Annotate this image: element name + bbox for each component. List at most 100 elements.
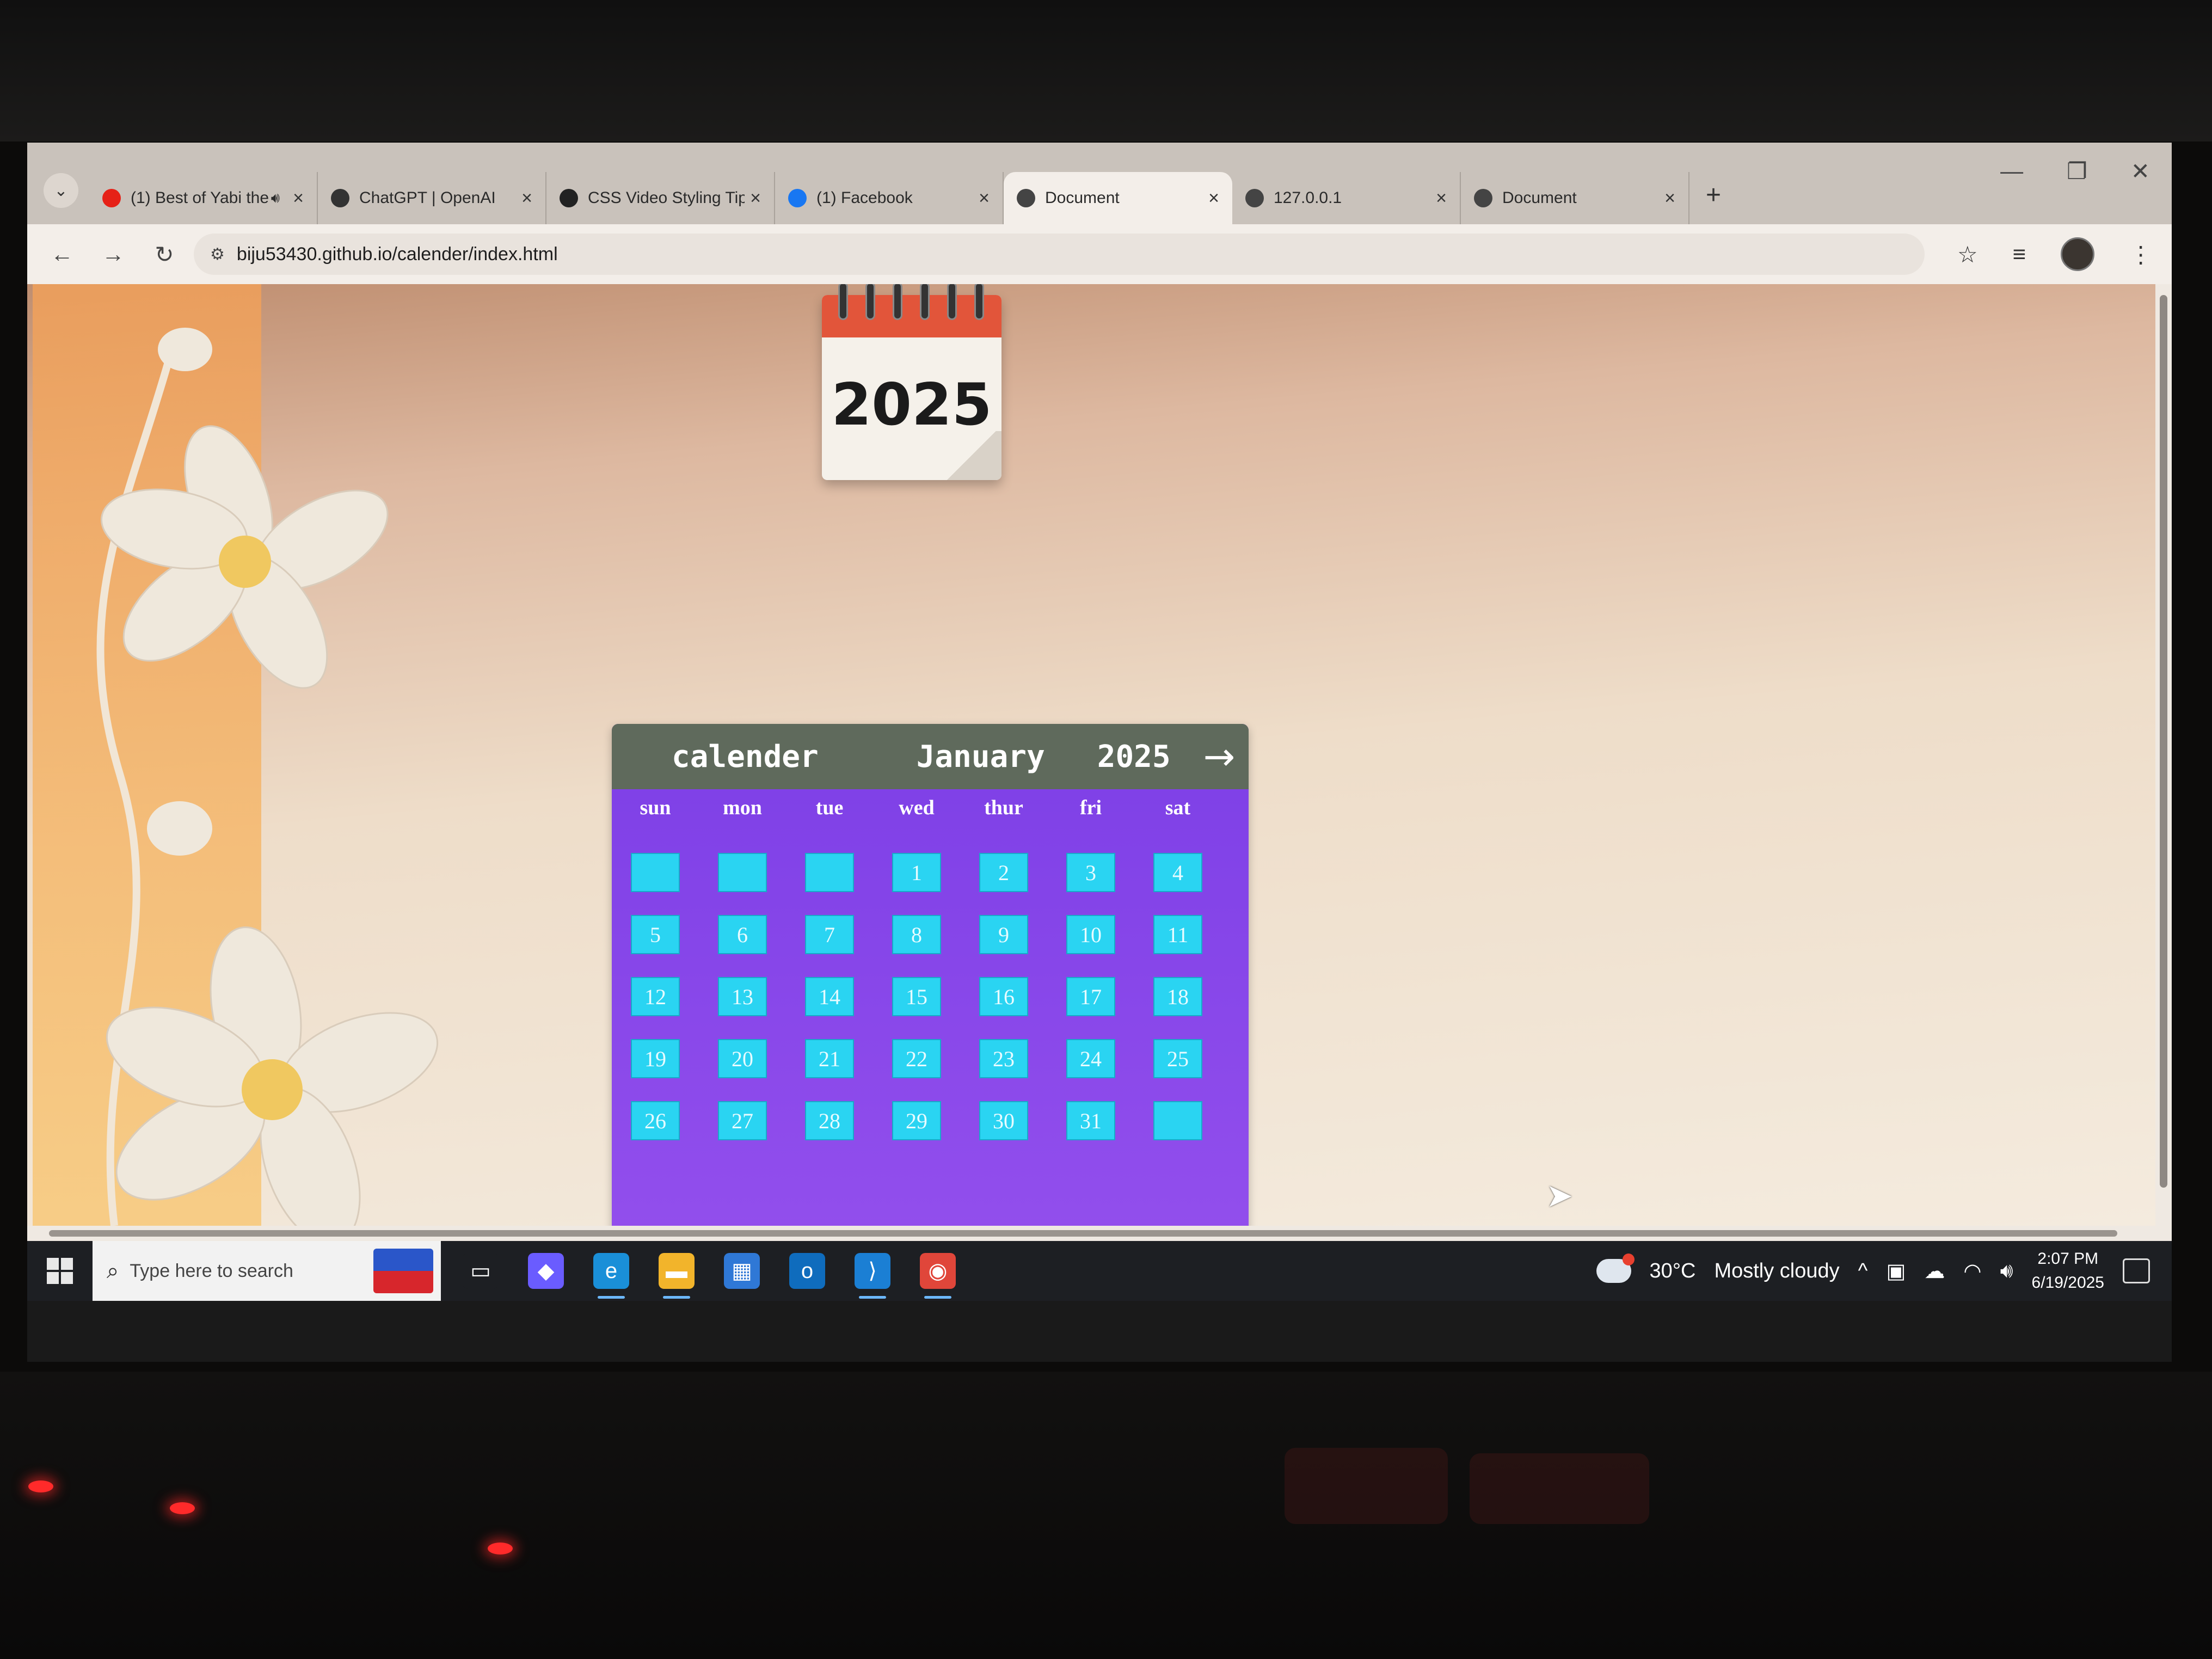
empty-day-box[interactable] [631, 853, 680, 892]
day-box[interactable]: 16 [979, 977, 1028, 1016]
address-bar[interactable]: ⚙ biju53430.github.io/calender/index.htm… [194, 234, 1925, 275]
day-cell: 4 [1134, 841, 1221, 904]
site-info-icon[interactable]: ⚙ [210, 245, 225, 264]
day-cell: 27 [699, 1090, 786, 1152]
day-box[interactable]: 21 [805, 1039, 854, 1078]
day-cell [699, 841, 786, 904]
tab-close-icon[interactable]: × [293, 188, 304, 209]
facebook-icon [788, 189, 807, 207]
browser-tab[interactable]: (1) Facebook × [775, 172, 1004, 224]
back-button[interactable]: ← [46, 241, 78, 267]
globe-icon [1474, 189, 1492, 207]
outlook-icon[interactable]: o [789, 1253, 825, 1289]
forward-button[interactable]: → [97, 241, 130, 267]
chevron-up-icon[interactable]: ^ [1858, 1259, 1868, 1283]
vscode-icon[interactable]: ⟩ [855, 1253, 890, 1299]
tab-search-button[interactable]: ⌄ [44, 173, 78, 208]
tab-close-icon[interactable]: × [979, 188, 990, 209]
file-explorer-icon[interactable]: ▬ [659, 1253, 695, 1299]
onedrive-cloud-icon[interactable]: ☁ [1924, 1259, 1945, 1283]
tab-title: (1) Best of Yabi the [131, 189, 269, 207]
copilot-icon[interactable]: ◆ [528, 1253, 564, 1289]
weather-cloud-icon[interactable] [1596, 1254, 1635, 1283]
notification-icon[interactable] [2123, 1258, 2150, 1283]
empty-day-box[interactable] [1153, 1101, 1202, 1140]
browser-toolbar: ← → ↻ ⚙ biju53430.github.io/calender/ind… [27, 224, 2172, 285]
weather-condition[interactable]: Mostly cloudy [1714, 1259, 1839, 1283]
day-box[interactable]: 18 [1153, 977, 1202, 1016]
day-box[interactable]: 22 [892, 1039, 941, 1078]
day-box[interactable]: 26 [631, 1101, 680, 1140]
next-month-arrow-icon[interactable]: → [1203, 734, 1236, 779]
browser-tab[interactable]: Document × [1461, 172, 1689, 224]
globe-icon [1245, 189, 1264, 207]
empty-day-box[interactable] [805, 853, 854, 892]
browser-tab[interactable]: CSS Video Styling Tips × [546, 172, 775, 224]
store-icon[interactable]: ▦ [724, 1253, 760, 1289]
media-controls-icon[interactable]: ≡ [2013, 241, 2026, 267]
start-button[interactable] [27, 1258, 93, 1284]
day-box[interactable]: 31 [1066, 1101, 1115, 1140]
profile-avatar[interactable] [2061, 237, 2095, 271]
day-box[interactable]: 19 [631, 1039, 680, 1078]
horizontal-scrollbar[interactable] [27, 1226, 2172, 1241]
day-box[interactable]: 20 [718, 1039, 767, 1078]
day-box[interactable]: 5 [631, 915, 680, 954]
taskbar-search-box[interactable]: ⌕ Type here to search [93, 1241, 441, 1301]
volume-icon[interactable]: 🔊︎ [2000, 1259, 2013, 1283]
day-box[interactable]: 27 [718, 1101, 767, 1140]
day-box[interactable]: 1 [892, 853, 941, 892]
day-cell: 17 [1047, 966, 1134, 1028]
reload-button[interactable]: ↻ [148, 241, 181, 268]
day-box[interactable]: 4 [1153, 853, 1202, 892]
browser-tab[interactable]: Document × [1004, 172, 1232, 224]
menu-icon[interactable]: ⋮ [2129, 241, 2152, 268]
day-box[interactable]: 2 [979, 853, 1028, 892]
day-box[interactable]: 9 [979, 915, 1028, 954]
bookmark-star-icon[interactable]: ☆ [1957, 241, 1978, 268]
day-box[interactable]: 7 [805, 915, 854, 954]
chrome-icon[interactable]: ◉ [920, 1253, 956, 1299]
clock[interactable]: 2:07 PM 6/19/2025 [2032, 1247, 2104, 1295]
day-box[interactable]: 8 [892, 915, 941, 954]
restore-button[interactable]: ❐ [2067, 158, 2087, 185]
day-box[interactable]: 12 [631, 977, 680, 1016]
tab-close-icon[interactable]: × [1208, 188, 1219, 209]
browser-tab[interactable]: (1) Best of Yabi the 🔊︎ × [89, 172, 318, 224]
weekday-label: fri [1079, 796, 1102, 819]
day-box[interactable]: 14 [805, 977, 854, 1016]
day-box[interactable]: 3 [1066, 853, 1115, 892]
day-box[interactable]: 25 [1153, 1039, 1202, 1078]
tab-close-icon[interactable]: × [1436, 188, 1447, 209]
task-view-icon[interactable]: ▭ [463, 1253, 499, 1289]
audio-playing-icon[interactable]: 🔊︎ [271, 189, 280, 207]
day-box[interactable]: 30 [979, 1101, 1028, 1140]
day-box[interactable]: 17 [1066, 977, 1115, 1016]
meet-now-icon[interactable]: ▣ [1887, 1259, 1906, 1283]
day-box[interactable]: 29 [892, 1101, 941, 1140]
empty-day-box[interactable] [718, 853, 767, 892]
day-box[interactable]: 6 [718, 915, 767, 954]
day-box[interactable]: 24 [1066, 1039, 1115, 1078]
day-box[interactable]: 23 [979, 1039, 1028, 1078]
calendar-month: January [916, 739, 1045, 775]
day-box[interactable]: 11 [1153, 915, 1202, 954]
day-box[interactable]: 28 [805, 1101, 854, 1140]
day-box[interactable]: 15 [892, 977, 941, 1016]
tab-close-icon[interactable]: × [521, 188, 532, 209]
day-box[interactable]: 10 [1066, 915, 1115, 954]
close-window-button[interactable]: ✕ [2131, 158, 2150, 185]
new-tab-button[interactable]: + [1706, 180, 1721, 210]
weather-temp[interactable]: 30°C [1650, 1259, 1696, 1283]
clock-time: 2:07 PM [2037, 1250, 2099, 1268]
day-box[interactable]: 13 [718, 977, 767, 1016]
window-controls: — ❐ ✕ [2000, 158, 2150, 185]
edge-icon[interactable]: e [593, 1253, 629, 1299]
tab-close-icon[interactable]: × [750, 188, 761, 209]
browser-tab[interactable]: 127.0.0.1 × [1232, 172, 1461, 224]
tab-close-icon[interactable]: × [1664, 188, 1675, 209]
minimize-button[interactable]: — [2000, 158, 2023, 185]
vertical-scrollbar[interactable] [2155, 284, 2172, 1226]
browser-tab[interactable]: ChatGPT | OpenAI × [318, 172, 546, 224]
wifi-icon[interactable]: ◠ [1963, 1259, 1981, 1283]
